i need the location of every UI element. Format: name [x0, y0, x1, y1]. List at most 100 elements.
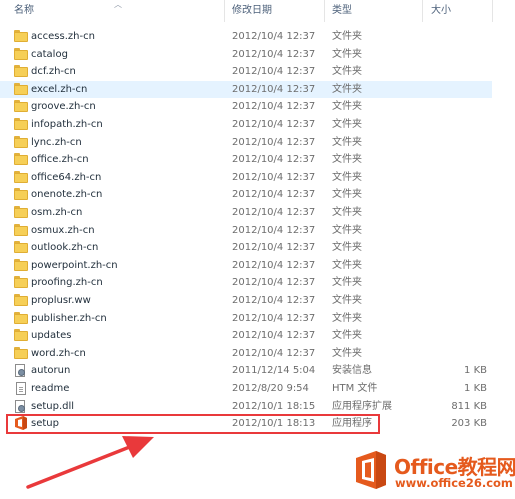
file-row[interactable]: outlook.zh-cn 2012/10/4 12:37 文件夹 [0, 239, 492, 256]
column-header-bar: ︿ 名称 修改日期 类型 大小 [0, 0, 515, 22]
file-name: readme [31, 383, 70, 394]
file-name: infopath.zh-cn [31, 119, 103, 130]
file-row[interactable]: infopath.zh-cn 2012/10/4 12:37 文件夹 [0, 116, 492, 133]
file-name: excel.zh-cn [31, 83, 88, 95]
file-name: publisher.zh-cn [31, 312, 107, 324]
file-date: 2012/10/4 12:37 [232, 259, 316, 271]
file-name: onenote.zh-cn [31, 189, 103, 201]
file-name: lync.zh-cn [31, 136, 82, 148]
file-type: 文件夹 [332, 224, 362, 236]
watermark-logo: Office教程网 www.office26.com [352, 447, 515, 499]
settings-file-icon [15, 364, 27, 378]
file-row[interactable]: office.zh-cn 2012/10/4 12:37 文件夹 [0, 151, 492, 168]
file-size: 203 KB [451, 418, 487, 430]
folder-icon [14, 311, 28, 325]
folder-icon [14, 276, 28, 289]
column-divider[interactable] [324, 0, 325, 22]
column-divider[interactable] [422, 0, 423, 22]
file-type: 文件夹 [332, 31, 362, 42]
file-type: 文件夹 [332, 259, 362, 271]
file-date: 2012/10/4 12:37 [232, 312, 316, 324]
file-date: 2012/10/4 12:37 [232, 189, 316, 201]
file-date: 2012/10/4 12:37 [232, 330, 316, 342]
file-row[interactable]: updates 2012/10/4 12:37 文件夹 [0, 327, 492, 344]
file-name: autorun [31, 365, 71, 377]
folder-icon [14, 223, 28, 237]
file-date: 2012/8/20 9:54 [232, 383, 309, 394]
watermark-url: www.office26.com [395, 476, 513, 490]
file-name: access.zh-cn [31, 31, 95, 42]
folder-icon [14, 188, 28, 201]
folder-icon [14, 47, 28, 61]
folder-icon [14, 329, 28, 342]
file-row[interactable]: setup.dll 2012/10/1 18:15 应用程序扩展 811 KB [0, 398, 492, 415]
file-row[interactable]: word.zh-cn 2012/10/4 12:37 文件夹 [0, 345, 492, 362]
column-header-date[interactable]: 修改日期 [232, 0, 272, 22]
file-row[interactable]: office64.zh-cn 2012/10/4 12:37 文件夹 [0, 169, 492, 186]
file-name: powerpoint.zh-cn [31, 259, 118, 271]
file-name: osmux.zh-cn [31, 224, 95, 236]
file-row[interactable]: dcf.zh-cn 2012/10/4 12:37 文件夹 [0, 63, 492, 80]
file-date: 2012/10/4 12:37 [232, 119, 316, 130]
file-row[interactable]: excel.zh-cn 2012/10/4 12:37 文件夹 [0, 80, 492, 98]
file-type: 文件夹 [332, 330, 362, 342]
folder-icon [14, 153, 28, 166]
file-date: 2012/10/4 12:37 [232, 83, 316, 95]
file-row[interactable]: access.zh-cn 2012/10/4 12:37 文件夹 [0, 28, 492, 45]
file-date: 2012/10/4 12:37 [232, 66, 316, 78]
folder-icon [14, 170, 28, 184]
file-row[interactable]: onenote.zh-cn 2012/10/4 12:37 文件夹 [0, 186, 492, 203]
file-name: setup.dll [31, 400, 75, 412]
file-row[interactable]: readme 2012/8/20 9:54 HTM 文件 1 KB [0, 380, 492, 397]
file-type: 文件夹 [332, 66, 362, 78]
file-type: 安装信息 [332, 365, 372, 377]
file-name: office.zh-cn [31, 154, 89, 166]
folder-icon [14, 82, 28, 96]
file-date: 2012/10/4 12:37 [232, 242, 316, 254]
file-type: 文件夹 [332, 295, 362, 306]
file-type: 文件夹 [332, 189, 362, 201]
folder-icon [14, 118, 28, 131]
file-row[interactable]: proplusr.ww 2012/10/4 12:37 文件夹 [0, 292, 492, 309]
file-name: outlook.zh-cn [31, 242, 99, 254]
file-date: 2011/12/14 5:04 [232, 365, 316, 377]
file-date: 2012/10/4 12:37 [232, 207, 316, 218]
file-name: word.zh-cn [31, 347, 86, 359]
file-date: 2012/10/4 12:37 [232, 224, 316, 236]
file-date: 2012/10/4 12:37 [232, 347, 316, 359]
highlight-box [6, 414, 380, 434]
file-row[interactable]: publisher.zh-cn 2012/10/4 12:37 文件夹 [0, 310, 492, 327]
file-name: updates [31, 330, 72, 342]
file-date: 2012/10/1 18:15 [232, 400, 316, 412]
file-size: 1 KB [464, 365, 487, 377]
folder-icon [14, 258, 28, 272]
column-header-size[interactable]: 大小 [431, 0, 451, 22]
file-row[interactable]: osmux.zh-cn 2012/10/4 12:37 文件夹 [0, 222, 492, 239]
file-date: 2012/10/4 12:37 [232, 154, 316, 166]
file-type: 文件夹 [332, 347, 362, 359]
file-date: 2012/10/4 12:37 [232, 277, 316, 289]
folder-icon [14, 206, 28, 219]
column-divider[interactable] [492, 0, 493, 22]
file-row[interactable]: powerpoint.zh-cn 2012/10/4 12:37 文件夹 [0, 257, 492, 274]
folder-icon [14, 346, 28, 360]
file-row[interactable]: lync.zh-cn 2012/10/4 12:37 文件夹 [0, 134, 492, 151]
file-type: 文件夹 [332, 48, 362, 60]
office-logo-icon [356, 451, 386, 489]
sort-up-icon: ︿ [114, 0, 122, 9]
file-type: 文件夹 [332, 207, 362, 218]
file-row[interactable]: catalog 2012/10/4 12:37 文件夹 [0, 46, 492, 63]
file-row[interactable]: groove.zh-cn 2012/10/4 12:37 文件夹 [0, 98, 492, 115]
column-header-type[interactable]: 类型 [332, 0, 352, 22]
folder-icon [14, 30, 28, 43]
file-row[interactable]: autorun 2011/12/14 5:04 安装信息 1 KB [0, 362, 492, 379]
file-row[interactable]: osm.zh-cn 2012/10/4 12:37 文件夹 [0, 204, 492, 221]
folder-icon [14, 294, 28, 307]
file-date: 2012/10/4 12:37 [232, 171, 316, 183]
column-header-name[interactable]: 名称 [14, 0, 34, 22]
document-icon [16, 382, 26, 395]
folder-icon [14, 100, 28, 113]
column-divider[interactable] [224, 0, 225, 22]
file-row[interactable]: proofing.zh-cn 2012/10/4 12:37 文件夹 [0, 274, 492, 291]
file-type: 文件夹 [332, 154, 362, 166]
